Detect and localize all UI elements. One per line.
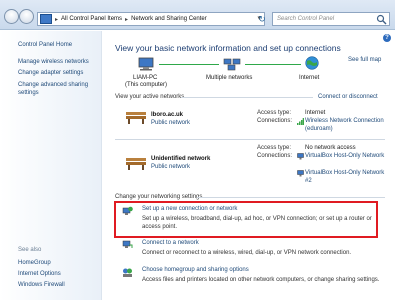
change-adapter-link[interactable]: Change adapter settings	[18, 69, 83, 77]
search-box[interactable]: Search Control Panel	[272, 12, 390, 26]
breadcrumb-separator: ▸	[55, 16, 59, 23]
left-pane: Control Panel Home Manage wireless netwo…	[0, 31, 102, 300]
refresh-icon[interactable]: ↻	[256, 12, 268, 26]
windows-firewall-link[interactable]: Windows Firewall	[18, 281, 65, 289]
breadcrumb-item[interactable]: Network and Sharing Center	[131, 16, 207, 22]
breadcrumb-separator: ▸	[125, 16, 129, 23]
multiple-networks-label: Multiple networks	[206, 75, 253, 81]
access-type-value: No network access	[305, 145, 356, 151]
task-description: Access files and printers located on oth…	[142, 277, 380, 283]
public-network-bench-icon	[126, 112, 146, 124]
computer-icon	[138, 57, 154, 71]
divider	[197, 197, 385, 198]
network-adapter-icon	[297, 153, 304, 160]
control-panel-icon	[40, 14, 52, 24]
forward-button[interactable]	[19, 9, 34, 24]
public-network-bench-icon	[126, 158, 146, 170]
navigation-bar: ▸ All Control Panel Items ▸ Network and …	[0, 0, 395, 30]
globe-icon	[305, 56, 319, 70]
connect-to-network-link[interactable]: Connect to a network	[142, 240, 199, 246]
network-type-link[interactable]: Public network	[151, 120, 190, 126]
search-icon[interactable]	[376, 14, 387, 25]
active-networks-heading: View your active networks	[115, 94, 185, 100]
homegroup-icon	[123, 268, 132, 277]
main-content: ? View your basic network information an…	[103, 31, 395, 300]
connection-line	[159, 64, 219, 65]
connect-or-disconnect-link[interactable]: Connect or disconnect	[318, 94, 378, 100]
access-type-label: Access type:	[257, 145, 292, 151]
connections-label: Connections:	[257, 153, 293, 159]
see-full-map-link[interactable]: See full map	[348, 57, 381, 63]
divider	[181, 97, 313, 98]
advanced-sharing-link[interactable]: Change advanced sharing settings	[18, 81, 98, 97]
internet-label: Internet	[299, 75, 320, 81]
breadcrumb-item[interactable]: All Control Panel Items	[61, 16, 122, 22]
manage-wireless-link[interactable]: Manage wireless networks	[18, 58, 89, 66]
new-connection-icon	[122, 206, 133, 215]
network-name: Unidentified network	[151, 156, 211, 162]
computer-note: (This computer)	[125, 82, 168, 88]
computer-name: LIAM-PC	[133, 75, 158, 81]
virtualbox-connection-link[interactable]: VirtualBox Host-Only Network	[305, 153, 385, 161]
setup-connection-link[interactable]: Set up a new connection or network	[142, 206, 237, 212]
network-adapter-icon	[297, 170, 304, 177]
see-also-heading: See also	[18, 247, 42, 253]
wireless-connection-link[interactable]: Wireless Network Connection (eduroam)	[305, 118, 385, 133]
help-icon[interactable]: ?	[383, 34, 391, 42]
connection-line	[245, 64, 301, 65]
task-description: Connect or reconnect to a wireless, wire…	[142, 250, 352, 256]
address-bar[interactable]: ▸ All Control Panel Items ▸ Network and …	[37, 12, 265, 26]
network-type-link[interactable]: Public network	[151, 164, 190, 170]
internet-options-link[interactable]: Internet Options	[18, 270, 61, 278]
homegroup-link[interactable]: HomeGroup	[18, 259, 51, 267]
access-type-value: Internet	[305, 110, 326, 116]
wireless-signal-icon	[297, 118, 304, 125]
connect-network-icon	[122, 240, 133, 248]
task-description: Set up a wireless, broadband, dial-up, a…	[142, 216, 372, 230]
back-button[interactable]	[4, 9, 19, 24]
access-type-label: Access type:	[257, 110, 292, 116]
connections-label: Connections:	[257, 118, 293, 124]
search-input[interactable]: Search Control Panel	[277, 16, 334, 22]
change-settings-heading: Change your networking settings	[115, 194, 203, 200]
network-name: lboro.ac.uk	[151, 112, 184, 118]
divider	[115, 139, 385, 140]
virtualbox-connection-link[interactable]: VirtualBox Host-Only Network #2	[305, 170, 385, 185]
multiple-networks-icon	[223, 58, 241, 71]
control-panel-home-link[interactable]: Control Panel Home	[18, 41, 72, 49]
homegroup-sharing-link[interactable]: Choose homegroup and sharing options	[142, 267, 249, 273]
page-title: View your basic network information and …	[115, 43, 341, 53]
